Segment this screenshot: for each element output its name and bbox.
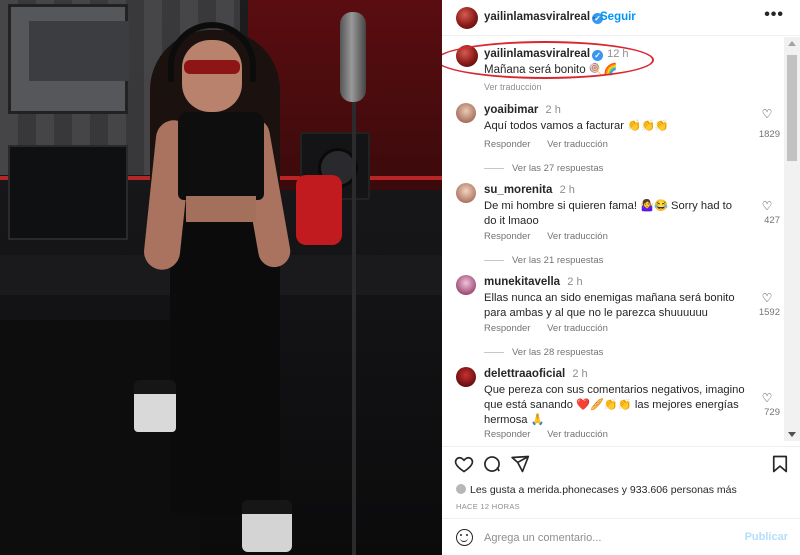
author-avatar[interactable] (456, 7, 478, 29)
view-replies-link[interactable]: Ver las 28 respuestas (484, 347, 603, 358)
comment-like-count: 729 (764, 407, 780, 418)
replies-divider (484, 259, 504, 261)
comment-like-count: 1592 (758, 307, 780, 318)
comment-text: Aquí todos vamos a facturar 👏👏👏 (484, 120, 669, 132)
commenter-username[interactable]: delettraaoficial (484, 368, 565, 380)
post-photo[interactable] (0, 0, 442, 555)
commenter-username[interactable]: munekitavella (484, 276, 560, 288)
comment-time: 2 h (559, 184, 575, 196)
commenter-username[interactable]: yoaibimar (484, 104, 538, 116)
header-separator: · (592, 10, 596, 24)
comment-time: 2 h (567, 276, 583, 288)
likes-summary[interactable]: Les gusta a merida.phonecases y 933.606 … (456, 484, 786, 496)
comment-item: yoaibimar 2 h Aquí todos vamos a factura… (442, 103, 784, 179)
view-replies-link[interactable]: Ver las 21 respuestas (484, 255, 603, 266)
scrollbar-thumb[interactable] (787, 55, 797, 161)
bookmark-icon[interactable] (770, 454, 790, 474)
author-username-row: yailinlamasviralreal ✓ (484, 11, 604, 24)
comment-like-count: 1829 (758, 129, 780, 140)
sneaker-left (134, 380, 176, 432)
sneaker-right (242, 500, 292, 552)
heart-icon[interactable]: ♡ (760, 391, 774, 405)
translate-link[interactable]: Ver traducción (547, 429, 608, 440)
comment-header: delettraaoficial 2 h (484, 368, 588, 380)
comment-header: yoaibimar 2 h (484, 104, 561, 116)
view-replies-link[interactable]: Ver las 27 respuestas (484, 163, 603, 174)
red-cushion (296, 175, 342, 245)
comments-list[interactable]: yailinlamasviralreal ✓ 12 h Mañana será bo… (442, 37, 784, 441)
red-highlight-ellipse (442, 41, 654, 79)
reply-button[interactable]: Responder (484, 429, 530, 440)
comment-header: munekitavella 2 h (484, 276, 583, 288)
follow-button[interactable]: Seguir (600, 11, 636, 23)
scroll-up-arrow-icon[interactable] (788, 41, 796, 46)
post-side-panel: yailinlamasviralreal ✓ · Seguir ••• yaili… (442, 0, 800, 555)
translate-link[interactable]: Ver traducción (547, 323, 608, 334)
comment-actions: Responder Ver traducción (484, 231, 622, 242)
add-comment-bar: Publicar (442, 518, 800, 555)
comment-item: su_morenita 2 h De mi hombre si quieren … (442, 183, 784, 271)
comment-text: Que pereza con sus comentarios negativos… (484, 384, 745, 426)
reply-button[interactable]: Responder (484, 323, 530, 334)
post-caption: yailinlamasviralreal ✓ 12 h Mañana será bo… (442, 41, 784, 94)
replies-divider (484, 167, 504, 169)
heart-icon[interactable]: ♡ (760, 199, 774, 213)
commenter-avatar[interactable] (456, 367, 476, 387)
reply-button[interactable]: Responder (484, 139, 530, 150)
post-action-bar (442, 446, 800, 478)
heart-icon[interactable]: ♡ (760, 291, 774, 305)
studio-microphone (340, 12, 366, 102)
mic-stand (352, 40, 356, 555)
author-username[interactable]: yailinlamasviralreal (484, 11, 590, 23)
heart-icon[interactable] (454, 454, 474, 474)
comment-actions: Responder Ver traducción (484, 139, 622, 150)
person-top (178, 112, 264, 200)
comment-icon[interactable] (482, 454, 502, 474)
more-icon[interactable]: ••• (764, 6, 784, 24)
comment-actions: Responder Ver traducción (484, 323, 622, 334)
person-midriff (186, 196, 256, 222)
commenter-avatar[interactable] (456, 103, 476, 123)
liker-avatar (456, 484, 466, 494)
share-icon[interactable] (510, 454, 530, 474)
comments-scrollbar[interactable] (784, 37, 800, 441)
comment-time: 2 h (545, 104, 561, 116)
translate-link[interactable]: Ver traducción (547, 231, 608, 242)
comment-time: 2 h (572, 368, 588, 380)
likes-text[interactable]: Les gusta a merida.phonecases y 933.606 … (470, 484, 737, 496)
comment-text: De mi hombre si quieren fama! 🤷‍♀️😂 Sorr… (484, 200, 732, 227)
wall-frame (8, 4, 129, 114)
comment-like-count: 427 (764, 215, 780, 226)
post-time-ago: HACE 12 HORAS (456, 502, 520, 511)
emoji-icon[interactable] (456, 529, 473, 546)
comment-item: delettraaoficial 2 h Que pereza con sus … (442, 367, 784, 441)
comment-item: munekitavella 2 h Ellas nunca an sido en… (442, 275, 784, 363)
add-comment-input[interactable] (484, 528, 734, 548)
instagram-post-screen: yailinlamasviralreal ✓ · Seguir ••• yaili… (0, 0, 800, 555)
studio-monitor (8, 145, 128, 240)
caption-translation-link[interactable]: Ver traducción (484, 82, 542, 92)
comment-actions: Responder Ver traducción (484, 429, 622, 440)
commenter-avatar[interactable] (456, 183, 476, 203)
scroll-down-arrow-icon[interactable] (788, 432, 796, 437)
translate-link[interactable]: Ver traducción (547, 139, 608, 150)
publish-button[interactable]: Publicar (745, 531, 788, 543)
heart-icon[interactable]: ♡ (760, 107, 774, 121)
post-header: yailinlamasviralreal ✓ · Seguir ••• (442, 0, 800, 36)
replies-divider (484, 351, 504, 353)
comment-text: Ellas nunca an sido enemigas mañana será… (484, 292, 735, 319)
commenter-avatar[interactable] (456, 275, 476, 295)
commenter-username[interactable]: su_morenita (484, 184, 552, 196)
comment-header: su_morenita 2 h (484, 184, 575, 196)
reply-button[interactable]: Responder (484, 231, 530, 242)
